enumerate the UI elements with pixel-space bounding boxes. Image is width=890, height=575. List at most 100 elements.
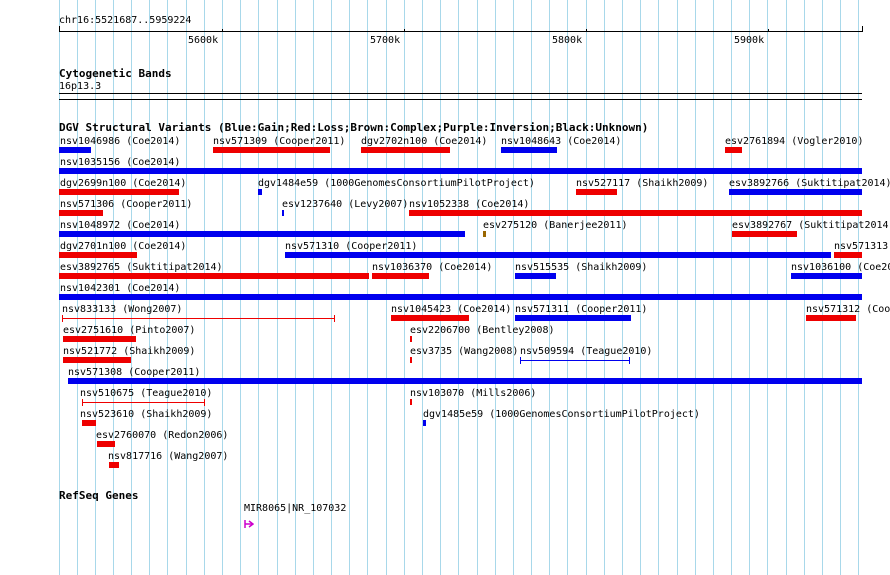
cytogenetic-track-title: Cytogenetic Bands <box>59 67 172 80</box>
grid-line <box>367 0 368 575</box>
variant-loss-bar[interactable] <box>59 252 137 258</box>
grid-line <box>695 0 696 575</box>
genome-browser-panel: chr16:5521687..5959224 5600k 5700k 5800k… <box>0 0 890 575</box>
variant-label: dgv2701n100 (Coe2014) <box>60 241 187 252</box>
grid-line <box>313 0 314 575</box>
variant-loss-bar[interactable] <box>97 441 115 447</box>
ruler-tick <box>768 29 769 32</box>
variant-label: nsv571313 <box>834 241 889 252</box>
variant-label: esv1237640 (Levy2007) <box>282 199 409 210</box>
variant-gain-bar[interactable] <box>423 420 426 426</box>
cytoband-line <box>59 99 862 100</box>
variant-label: nsv523610 (Shaikh2009) <box>80 409 213 420</box>
grid-line <box>622 0 623 575</box>
variant-gain-bar[interactable] <box>791 273 862 279</box>
variant-loss-bar[interactable] <box>59 210 103 216</box>
variant-gain-bar[interactable] <box>68 378 862 384</box>
variant-label: esv3892766 (Suktitipat2014) <box>729 178 890 189</box>
grid-line <box>586 0 587 575</box>
grid-line <box>786 0 787 575</box>
grid-line <box>822 0 823 575</box>
variant-gain-bar[interactable] <box>501 147 557 153</box>
variant-label: dgv1484e59 (1000GenomesConsortiumPilotPr… <box>258 178 535 189</box>
variant-label: esv3892767 (Suktitipat2014) <box>732 220 890 231</box>
grid-line <box>840 0 841 575</box>
variant-loss-bar[interactable] <box>361 147 450 153</box>
variant-label: esv275120 (Banerjee2011) <box>483 220 628 231</box>
variant-loss-bar[interactable] <box>59 189 179 195</box>
variant-gain-bar[interactable] <box>258 189 262 195</box>
grid-line <box>604 0 605 575</box>
variant-end-cap <box>334 315 335 322</box>
variant-gain-line[interactable] <box>520 360 630 361</box>
variant-loss-bar[interactable] <box>806 315 856 321</box>
variant-label: nsv527117 (Shaikh2009) <box>576 178 709 189</box>
variant-loss-bar[interactable] <box>732 231 797 237</box>
variant-gain-bar[interactable] <box>729 189 862 195</box>
gene-label: MIR8065|NR_107032 <box>244 503 347 514</box>
variant-loss-bar[interactable] <box>63 336 136 342</box>
variant-loss-bar[interactable] <box>82 420 96 426</box>
variant-gain-bar[interactable] <box>59 147 91 153</box>
region-label: chr16:5521687..5959224 <box>59 15 192 26</box>
variant-gain-bar[interactable] <box>59 294 862 300</box>
variant-label: nsv103070 (Mills2006) <box>410 388 537 399</box>
variant-loss-bar[interactable] <box>59 273 369 279</box>
grid-line <box>513 0 514 575</box>
variant-loss-bar[interactable] <box>109 462 119 468</box>
variant-gain-bar[interactable] <box>59 168 862 174</box>
variant-label: nsv1036100 (Coe20 <box>791 262 890 273</box>
variant-label: nsv1048972 (Coe2014) <box>60 220 181 231</box>
variant-label: nsv1048643 (Coe2014) <box>501 136 622 147</box>
variant-label: nsv509594 (Teague2010) <box>520 346 653 357</box>
variant-complex-bar[interactable] <box>483 231 486 237</box>
variant-loss-line[interactable] <box>62 318 335 319</box>
grid-line <box>658 0 659 575</box>
variant-loss-bar[interactable] <box>725 147 742 153</box>
ruler-line <box>59 31 862 32</box>
grid-line <box>277 0 278 575</box>
variant-gain-bar[interactable] <box>282 210 284 216</box>
variant-gain-bar[interactable] <box>515 315 631 321</box>
grid-line <box>767 0 768 575</box>
variant-loss-bar[interactable] <box>410 336 412 342</box>
variant-label: nsv1035156 (Coe2014) <box>60 157 181 168</box>
variant-loss-bar[interactable] <box>63 357 131 363</box>
grid-line <box>640 0 641 575</box>
variant-loss-bar[interactable] <box>410 357 412 363</box>
variant-loss-bar[interactable] <box>834 252 862 258</box>
gene-feature[interactable] <box>244 514 255 528</box>
variant-label: nsv571312 (Coo <box>806 304 890 315</box>
grid-line <box>186 0 187 575</box>
variant-loss-bar[interactable] <box>409 210 862 216</box>
variant-loss-bar[interactable] <box>213 147 330 153</box>
variant-label: dgv1485e59 (1000GenomesConsortiumPilotPr… <box>423 409 700 420</box>
variant-label: nsv833133 (Wong2007) <box>62 304 183 315</box>
variant-gain-bar[interactable] <box>59 231 465 237</box>
variant-end-cap <box>520 357 521 364</box>
variant-loss-line[interactable] <box>82 402 205 403</box>
variant-label: nsv1052338 (Coe2014) <box>409 199 530 210</box>
variant-end-cap <box>82 399 83 406</box>
variant-loss-bar[interactable] <box>410 399 412 405</box>
ruler-tick-label: 5900k <box>734 35 765 46</box>
grid-line <box>458 0 459 575</box>
grid-line <box>731 0 732 575</box>
ruler-tick-label: 5800k <box>552 35 583 46</box>
variant-label: nsv515535 (Shaikh2009) <box>515 262 648 273</box>
grid-line <box>386 0 387 575</box>
ruler-tick <box>59 26 60 32</box>
variant-loss-bar[interactable] <box>576 189 617 195</box>
variant-loss-bar[interactable] <box>372 273 429 279</box>
grid-line <box>258 0 259 575</box>
variant-gain-bar[interactable] <box>285 252 831 258</box>
variant-label: esv2761894 (Vogler2010) <box>725 136 864 147</box>
variant-label: esv2751610 (Pinto2007) <box>63 325 196 336</box>
variant-label: nsv510675 (Teague2010) <box>80 388 213 399</box>
grid-line <box>549 0 550 575</box>
variant-label: nsv817716 (Wang2007) <box>108 451 229 462</box>
variant-label: nsv571311 (Cooper2011) <box>515 304 648 315</box>
variant-gain-bar[interactable] <box>515 273 556 279</box>
variant-loss-bar[interactable] <box>391 315 469 321</box>
variant-label: nsv1045423 (Coe2014) <box>391 304 512 315</box>
